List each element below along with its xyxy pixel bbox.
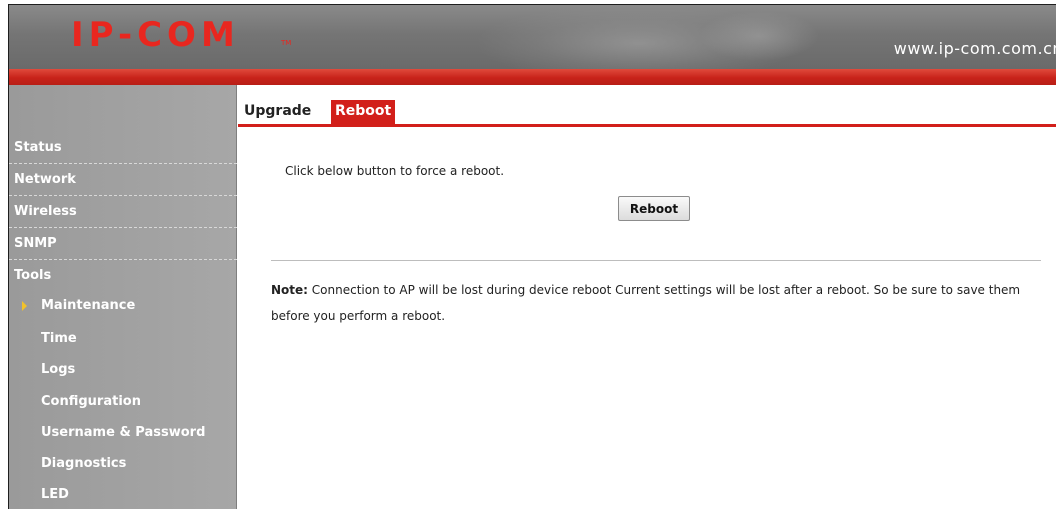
sidebar-item-label: Diagnostics (41, 456, 127, 471)
sidebar-item-label: Wireless (14, 204, 77, 219)
tab-upgrade[interactable]: Upgrade (240, 100, 315, 124)
sidebar-item-label: Maintenance (41, 298, 136, 313)
sidebar-item-label: Time (41, 331, 77, 346)
sidebar-item-label: Username & Password (41, 425, 206, 440)
sidebar-item-label: Status (14, 140, 62, 155)
tab-bar: Upgrade Reboot (238, 85, 1056, 129)
tab-reboot[interactable]: Reboot (331, 100, 396, 124)
active-arrow-icon (22, 301, 27, 311)
sidebar-item-label: SNMP (14, 236, 57, 251)
reboot-message: Click below button to force a reboot. (285, 164, 505, 178)
sidebar-item-network[interactable]: Network (9, 166, 237, 196)
sidebar-item-configuration[interactable]: Configuration (9, 388, 237, 418)
note-text: Connection to AP will be lost during dev… (271, 283, 1021, 323)
note-label: Note: (271, 283, 308, 297)
main-content: Upgrade Reboot Click below button to for… (238, 85, 1056, 509)
world-map-decoration-2 (699, 11, 819, 61)
sidebar: Status Network Wireless SNMP Tools Maint… (9, 85, 237, 509)
sidebar-item-tools[interactable]: Tools (9, 262, 237, 292)
app-frame: IP-COM TM www.ip-com.com.cn Status Netwo… (8, 4, 1056, 509)
brand-logo: IP-COM (71, 15, 240, 55)
sidebar-item-label: Network (14, 172, 76, 187)
note: Note: Connection to AP will be lost duri… (271, 277, 1056, 329)
trademark-mark: TM (281, 39, 292, 47)
header: IP-COM TM www.ip-com.com.cn (9, 5, 1056, 69)
sidebar-item-snmp[interactable]: SNMP (9, 230, 237, 260)
sidebar-item-label: Configuration (41, 394, 141, 409)
header-red-bar (9, 69, 1056, 85)
sidebar-item-label: Logs (41, 362, 76, 377)
reboot-button[interactable]: Reboot (618, 196, 690, 221)
sidebar-item-maintenance[interactable]: Maintenance (9, 292, 237, 322)
sidebar-item-logs[interactable]: Logs (9, 356, 237, 386)
sidebar-item-led[interactable]: LED (9, 481, 237, 509)
sidebar-item-diagnostics[interactable]: Diagnostics (9, 450, 237, 480)
sidebar-item-label: Tools (14, 268, 52, 283)
sidebar-item-label: LED (41, 487, 69, 502)
site-url: www.ip-com.com.cn (893, 39, 1056, 58)
sidebar-item-username-password[interactable]: Username & Password (9, 419, 237, 449)
sidebar-item-wireless[interactable]: Wireless (9, 198, 237, 228)
sidebar-item-time[interactable]: Time (9, 325, 237, 355)
divider (271, 260, 1041, 261)
sidebar-item-status[interactable]: Status (9, 134, 237, 164)
tab-underline (238, 124, 1056, 127)
